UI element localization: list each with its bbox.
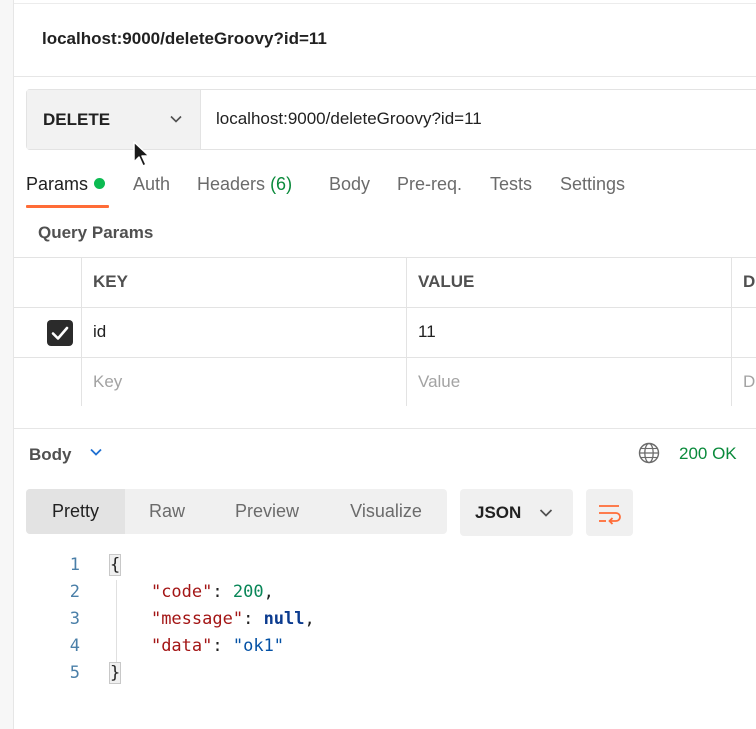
param-key: id (93, 322, 107, 341)
url-input[interactable]: localhost:9000/deleteGroovy?id=11 (216, 109, 482, 129)
view-visualize-button[interactable]: Visualize (338, 489, 434, 534)
pane-splitter[interactable] (14, 406, 756, 429)
json-value: null (263, 609, 305, 629)
chevron-down-icon[interactable] (89, 445, 103, 459)
active-tab-indicator (26, 205, 109, 208)
tab-headers-label: Headers (197, 174, 266, 194)
method-label: DELETE (43, 110, 111, 129)
json-value: 200 (232, 582, 264, 602)
json-key: "data" (150, 636, 213, 656)
json-key: "message" (150, 609, 244, 629)
param-value-cell[interactable]: 11 (406, 308, 732, 357)
wrap-lines-icon (599, 505, 621, 525)
new-value-input[interactable]: Value (406, 358, 732, 407)
response-header-bar: Body 200 OK (14, 429, 756, 479)
header-description: D (743, 272, 756, 291)
line-number: 2 (69, 582, 80, 602)
view-raw-button[interactable]: Raw (139, 489, 195, 534)
param-enabled-checkbox[interactable] (47, 320, 73, 346)
params-active-dot (94, 178, 106, 189)
row-check-cell (14, 358, 82, 407)
row-check-cell (14, 308, 82, 357)
query-params-title: Query Params (38, 223, 154, 242)
view-mode-group: Pretty Raw Preview Visualize (26, 489, 447, 534)
query-params-table: KEY VALUE D id 11 Key Value D (14, 257, 756, 408)
line-number: 4 (69, 636, 80, 656)
line-number: 1 (69, 555, 80, 575)
tab-params-label: Params (26, 174, 89, 194)
header-key: KEY (81, 258, 407, 307)
tab-pre-request[interactable]: Pre-req. (397, 174, 462, 195)
param-value: 11 (418, 322, 436, 341)
table-row: Key Value D (14, 358, 756, 408)
method-select[interactable]: DELETE (27, 90, 201, 149)
header-value: VALUE (406, 258, 732, 307)
request-title[interactable]: localhost:9000/deleteGroovy?id=11 (42, 29, 327, 49)
format-select[interactable]: JSON (460, 489, 573, 536)
new-key-input[interactable]: Key (81, 358, 407, 407)
param-key-cell[interactable]: id (81, 308, 407, 357)
chevron-down-icon (170, 115, 182, 123)
view-pretty-button[interactable]: Pretty (26, 489, 125, 534)
check-icon (51, 326, 69, 340)
response-body-label[interactable]: Body (29, 445, 72, 465)
mouse-cursor-icon (133, 141, 150, 167)
close-brace: } (108, 662, 122, 684)
new-description-input[interactable]: D (731, 358, 756, 407)
tab-params[interactable]: Params (26, 174, 106, 195)
request-title-bar: localhost:9000/deleteGroovy?id=11 (14, 4, 756, 77)
table-row: id 11 (14, 308, 756, 358)
line-number: 3 (69, 609, 80, 629)
tab-body[interactable]: Body (329, 174, 370, 195)
left-gutter (0, 0, 14, 729)
line-number: 5 (69, 663, 80, 683)
param-description-cell[interactable] (731, 308, 756, 357)
wrap-lines-button[interactable] (586, 489, 633, 536)
view-preview-button[interactable]: Preview (222, 489, 312, 534)
json-value: "ok1" (232, 636, 285, 656)
tab-headers[interactable]: Headers (6) (197, 174, 292, 195)
tab-tests[interactable]: Tests (490, 174, 532, 195)
status-badge[interactable]: 200 OK (679, 444, 737, 464)
globe-icon[interactable] (638, 442, 660, 464)
table-header-row: KEY VALUE D (14, 258, 756, 308)
open-brace: { (108, 554, 122, 576)
request-tabs: Params Auth Headers (6) Body Pre-req. Te… (26, 172, 756, 212)
format-label: JSON (475, 503, 522, 522)
tab-auth[interactable]: Auth (133, 174, 170, 195)
headers-count: (6) (270, 174, 293, 194)
json-key: "code" (150, 582, 213, 602)
chevron-down-icon (539, 509, 553, 517)
tab-settings[interactable]: Settings (560, 174, 625, 195)
header-check-cell (14, 258, 82, 307)
